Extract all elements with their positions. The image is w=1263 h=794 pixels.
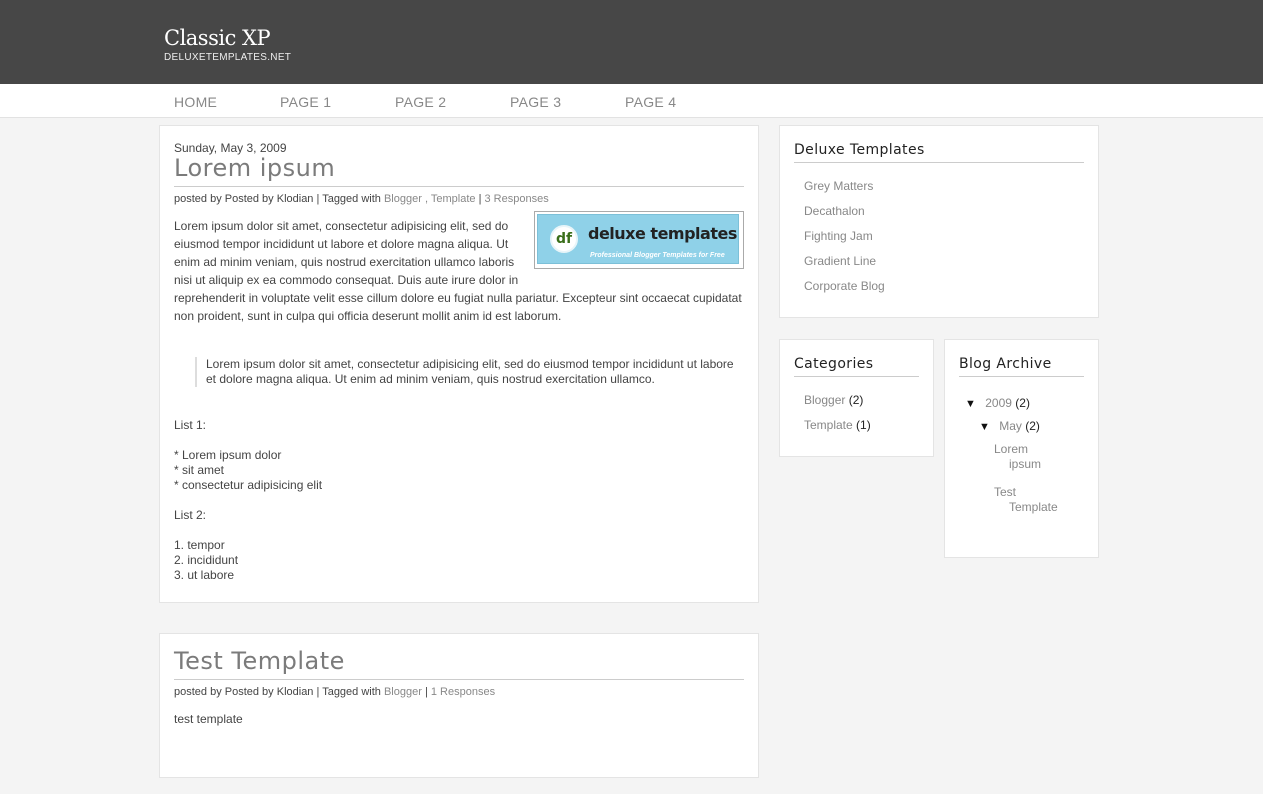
link-fighting-jam[interactable]: Fighting Jam	[804, 229, 873, 243]
widget-divider	[794, 376, 919, 377]
widget-blog-archive: Blog Archive ▼ 2009 (2) ▼ May (2) Lorem …	[944, 339, 1099, 558]
list1: * Lorem ipsum dolor * sit amet * consect…	[174, 448, 322, 493]
nav-page-1[interactable]: PAGE 1	[280, 94, 331, 110]
tag-link-blogger[interactable]: Blogger	[384, 686, 422, 698]
post-title[interactable]: Test Template	[174, 647, 345, 675]
tag-separator: ,	[424, 193, 429, 205]
archive-month: ▼ May (2)	[979, 419, 1040, 433]
site-subtitle: DELUXETEMPLATES.NET	[164, 52, 292, 63]
archive-post-line: ipsum	[1009, 457, 1042, 471]
post-meta: posted by Posted by Klodian | Tagged wit…	[174, 686, 495, 698]
nav-home[interactable]: HOME	[174, 94, 217, 110]
post-lorem-ipsum: Sunday, May 3, 2009 Lorem ipsum posted b…	[159, 125, 759, 603]
meta-separator: |	[478, 193, 482, 205]
post-content: df deluxe templates Professional Blogger…	[174, 211, 744, 325]
list-item: * sit amet	[174, 463, 225, 477]
archive-post-lorem-ipsum[interactable]: Lorem ipsum	[994, 442, 1041, 472]
post-title[interactable]: Lorem ipsum	[174, 154, 335, 182]
category-count: (2)	[848, 393, 864, 407]
responses-link[interactable]: 3 Responses	[485, 193, 549, 205]
title-divider	[174, 679, 744, 680]
collapse-triangle-icon[interactable]: ▼	[965, 398, 976, 410]
archive-post-line: Lorem	[994, 442, 1029, 456]
list-item: 2. incididunt	[174, 553, 239, 567]
category-link-blogger[interactable]: Blogger	[804, 393, 845, 407]
archive-post-line: Template	[1009, 500, 1058, 514]
list-item: 1. tempor	[174, 538, 225, 552]
df-logo-icon: df	[550, 225, 578, 253]
meta-separator: |	[424, 686, 428, 698]
post-meta: posted by Posted by Klodian | Tagged wit…	[174, 193, 549, 205]
widget-divider	[794, 162, 1084, 163]
responses-link[interactable]: 1 Responses	[431, 686, 495, 698]
link-decathalon[interactable]: Decathalon	[804, 204, 865, 218]
site-title[interactable]: Classic XP	[164, 26, 271, 50]
post-author: posted by Posted by Klodian | Tagged wit…	[174, 686, 381, 698]
deluxe-templates-banner[interactable]: df deluxe templates Professional Blogger…	[534, 211, 744, 269]
post-date: Sunday, May 3, 2009	[174, 141, 287, 155]
archive-month-count: (2)	[1025, 419, 1040, 433]
banner-image: df deluxe templates Professional Blogger…	[537, 214, 739, 264]
widget-title: Blog Archive	[959, 356, 1052, 372]
archive-post-test-template[interactable]: Test Template	[994, 485, 1058, 515]
list2: 1. tempor 2. incididunt 3. ut labore	[174, 538, 238, 583]
nav-page-3[interactable]: PAGE 3	[510, 94, 561, 110]
post-test-template: Test Template posted by Posted by Klodia…	[159, 633, 759, 778]
archive-year: ▼ 2009 (2)	[965, 396, 1030, 410]
nav-page-4[interactable]: PAGE 4	[625, 94, 676, 110]
tag-link-blogger[interactable]: Blogger	[384, 193, 422, 205]
post-content: test template	[174, 712, 243, 726]
tag-link-template[interactable]: Template	[431, 193, 476, 205]
archive-month-link[interactable]: May	[999, 419, 1022, 433]
list-item: * Lorem ipsum dolor	[174, 448, 282, 462]
list-item: 3. ut labore	[174, 568, 235, 582]
archive-year-link[interactable]: 2009	[985, 396, 1012, 410]
archive-year-count: (2)	[1015, 396, 1030, 410]
banner-tagline: Professional Blogger Templates for Free	[590, 252, 725, 259]
category-item: Template (1)	[804, 418, 871, 432]
widget-categories: Categories Blogger (2) Template (1)	[779, 339, 934, 457]
category-item: Blogger (2)	[804, 393, 863, 407]
archive-post-line: Test	[994, 485, 1017, 499]
main-nav: HOME PAGE 1 PAGE 2 PAGE 3 PAGE 4	[0, 84, 1263, 118]
list-item: * consectetur adipisicing elit	[174, 478, 323, 492]
list1-label: List 1:	[174, 418, 207, 432]
widget-title: Deluxe Templates	[794, 142, 925, 158]
widget-title: Categories	[794, 356, 874, 372]
site-header: Classic XP DELUXETEMPLATES.NET	[0, 0, 1263, 84]
category-count: (1)	[856, 418, 871, 432]
collapse-triangle-icon[interactable]: ▼	[979, 421, 990, 433]
link-gradient-line[interactable]: Gradient Line	[804, 254, 876, 268]
link-grey-matters[interactable]: Grey Matters	[804, 179, 873, 193]
post-author: posted by Posted by Klodian | Tagged wit…	[174, 193, 381, 205]
nav-page-2[interactable]: PAGE 2	[395, 94, 446, 110]
link-corporate-blog[interactable]: Corporate Blog	[804, 279, 885, 293]
blockquote: Lorem ipsum dolor sit amet, consectetur …	[195, 357, 746, 387]
category-link-template[interactable]: Template	[804, 418, 853, 432]
widget-divider	[959, 376, 1084, 377]
title-divider	[174, 186, 744, 187]
banner-brand: deluxe templates	[588, 224, 737, 243]
widget-deluxe-templates: Deluxe Templates Grey Matters Decathalon…	[779, 125, 1099, 318]
list2-label: List 2:	[174, 508, 207, 522]
